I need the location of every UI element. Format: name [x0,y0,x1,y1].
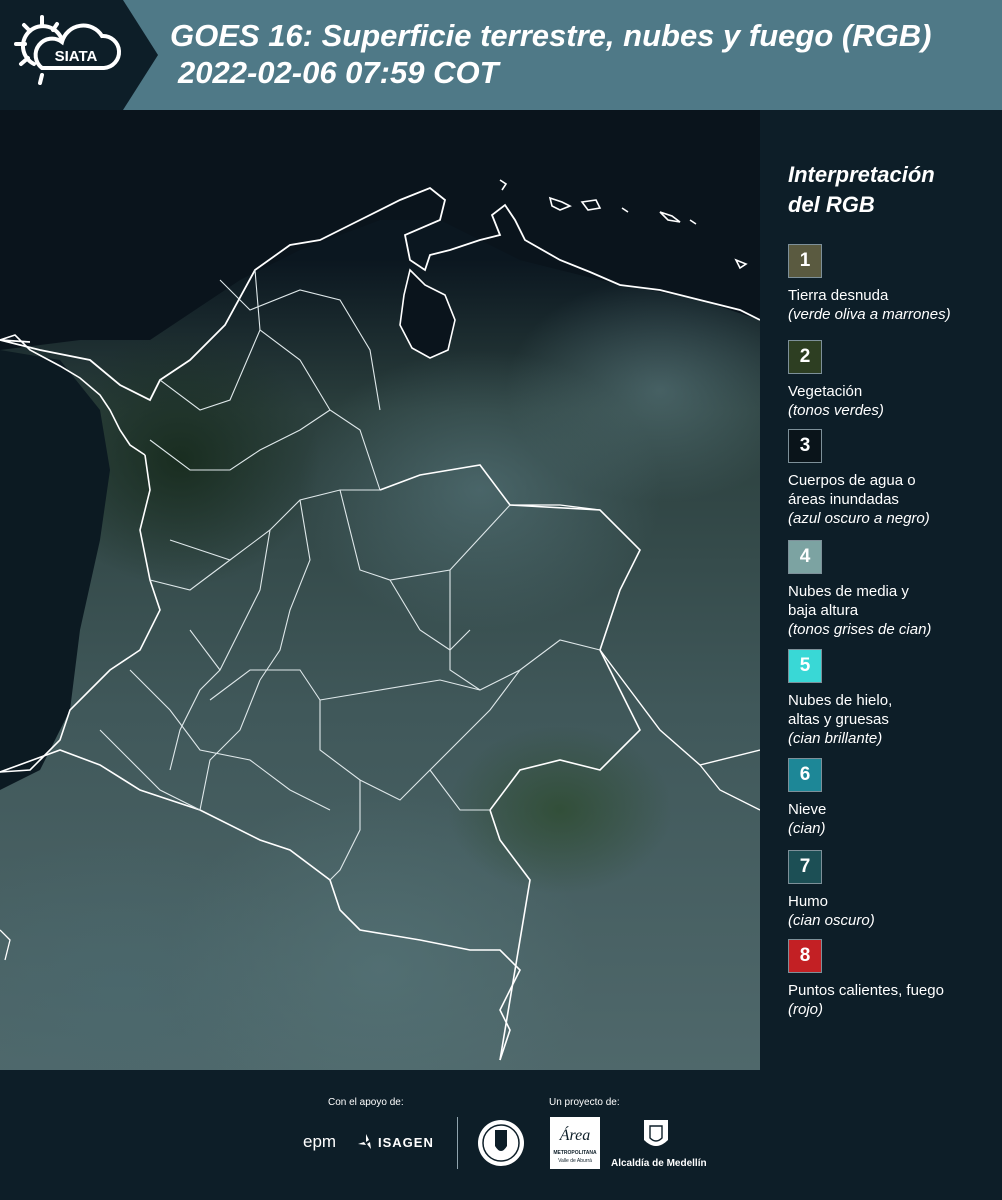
legend-label-line: Puntos calientes, fuego [788,982,944,999]
legend-swatch: 8 [788,939,822,973]
legend-description: (rojo) [788,1001,824,1018]
legend-description: (verde oliva a marrones) [788,306,951,323]
area-logo-sub: METROPOLITANA [553,1150,597,1156]
legend-label: Puntos calientes, fuego (rojo) [788,981,998,1019]
legend-label: Vegetación (tonos verdes) [788,382,998,420]
legend-label: Nubes de hielo, altas y gruesas (cian bril… [788,691,998,748]
legend-title-line1: Interpretación [788,162,935,187]
legend-swatch: 4 [788,540,822,574]
header-bar: SIATA GOES 16: Superficie terrestre, nub… [0,0,1002,110]
legend-item: 3 Cuerpos de agua o áreas inundadas (azul o… [788,429,998,528]
legend-title: Interpretación del RGB [788,160,988,220]
legend-label-line: Nubes de hielo, [788,692,893,709]
legend-swatch: 7 [788,850,822,884]
logo-text: SIATA [55,48,98,65]
legend-label-line: Tierra desnuda [788,287,889,304]
legend-label-line: Nubes de media y [788,583,909,600]
legend-title-line2: del RGB [788,192,875,217]
legend-label: Humo (cian oscuro) [788,892,998,930]
legend-label-line: Cuerpos de agua o [788,472,916,489]
area-logo-text: Área [559,1127,591,1144]
legend-label-line: baja altura [788,602,859,619]
sun-cloud-icon: SIATA [14,15,121,85]
legend-label: Cuerpos de agua o áreas inundadas (azul os… [788,471,998,528]
legend-label-line: Nieve [788,801,827,818]
satellite-map[interactable] [0,110,760,1070]
support-label: Con el apoyo de: [328,1097,404,1108]
legend-item: 2 Vegetación (tonos verdes) [788,340,998,420]
isagen-icon [358,1134,371,1149]
legend-description: (cian) [788,820,826,837]
medellin-shield-icon [644,1120,668,1146]
footer-divider [457,1117,458,1169]
footer: Con el apoyo de: Un proyecto de: epm ISA… [0,1070,1002,1200]
timestamp: 2022-02-06 07:59 COT [178,55,499,90]
isagen-logo: ISAGEN [378,1135,434,1150]
boundary-overlay [0,110,760,1061]
legend-item: 7 Humo (cian oscuro) [788,850,998,930]
legend-label-line: Vegetación [788,383,863,400]
legend-description: (cian oscuro) [788,912,875,929]
siata-logo: SIATA [0,0,158,110]
legend-item: 1 Tierra desnuda (verde oliva a marrones) [788,244,998,324]
project-label: Un proyecto de: [549,1097,620,1108]
epm-logo: epm [303,1132,337,1151]
legend-swatch: 2 [788,340,822,374]
legend-label: Tierra desnuda (verde oliva a marrones) [788,286,998,324]
legend-item: 8 Puntos calientes, fuego (rojo) [788,939,998,1019]
legend-description: (cian brillante) [788,730,883,747]
area-metropolitana-logo: Área METROPOLITANA Valle de Aburrá [550,1117,600,1169]
legend-item: 5 Nubes de hielo, altas y gruesas (cian bri… [788,649,998,748]
legend-description: (tonos verdes) [788,402,884,419]
alcaldia-logo: Alcaldía de Medellín [611,1158,707,1169]
legend-swatch: 3 [788,429,822,463]
legend-swatch: 5 [788,649,822,683]
legend-swatch: 1 [788,244,822,278]
legend-label-line: altas y gruesas [788,711,889,728]
legend-label-line: áreas inundadas [788,491,899,508]
area-logo-sub2: Valle de Aburrá [558,1158,592,1164]
legend-label: Nieve (cian) [788,800,998,838]
page-title: GOES 16: Superficie terrestre, nubes y f… [170,18,932,53]
legend-description: (tonos grises de cian) [788,621,932,638]
legend-label-line: Humo [788,893,829,910]
seal-icon [478,1120,524,1166]
legend-item: 4 Nubes de media y baja altura (tonos grise… [788,540,998,639]
legend-swatch: 6 [788,758,822,792]
legend-item: 6 Nieve (cian) [788,758,998,838]
legend-label: Nubes de media y baja altura (tonos grises… [788,582,998,639]
legend-description: (azul oscuro a negro) [788,510,930,527]
